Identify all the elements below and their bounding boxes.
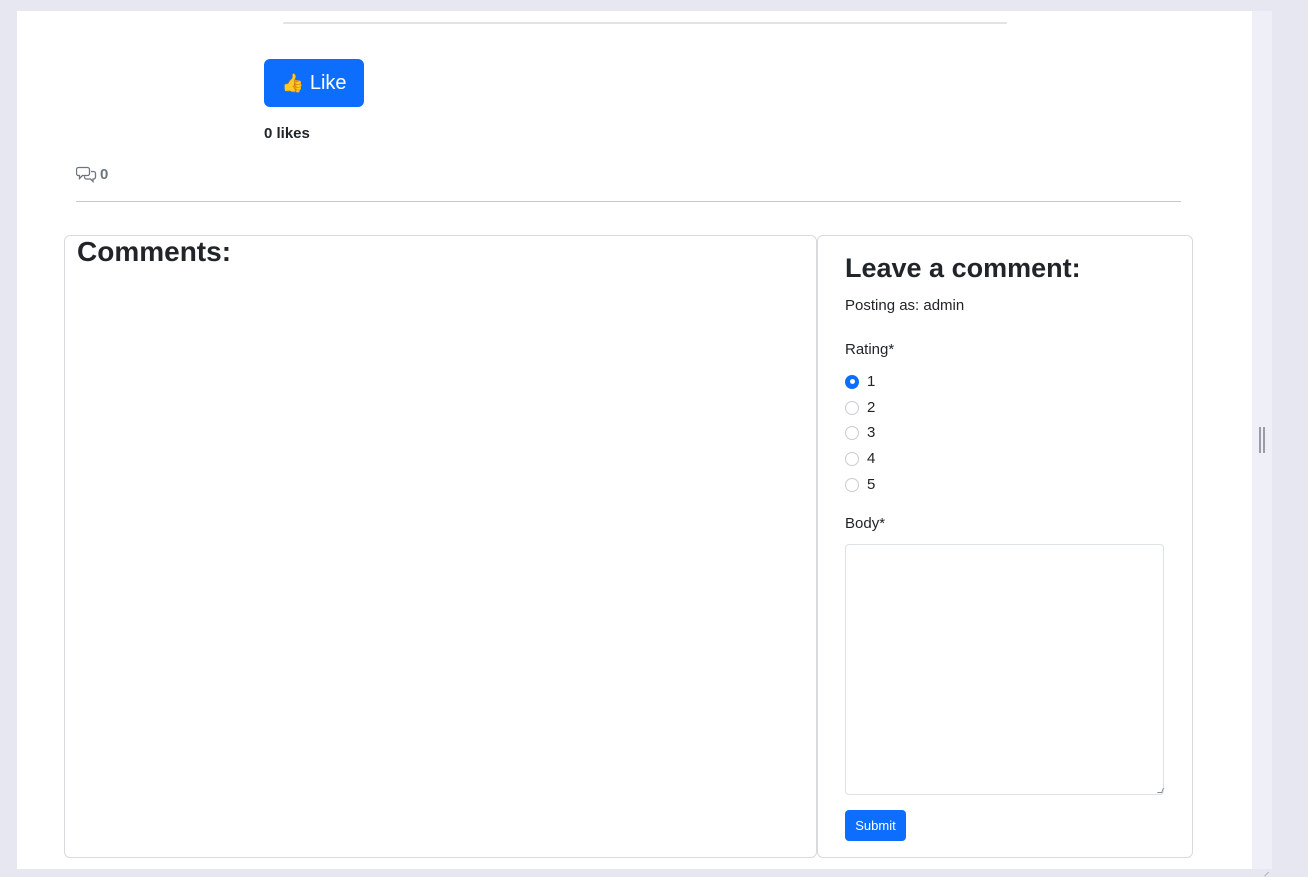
comments-icon	[76, 166, 97, 183]
rating-option-label: 4	[867, 450, 876, 467]
rating-option-label: 5	[867, 476, 876, 493]
section-divider	[76, 201, 1181, 202]
rating-option-label: 3	[867, 424, 876, 441]
likes-count: 0 likes	[264, 125, 310, 142]
comment-count-value: 0	[100, 165, 109, 183]
like-button-label: Like	[309, 71, 347, 94]
like-button[interactable]: 👍 Like	[264, 59, 364, 107]
rating-radio-5[interactable]	[845, 477, 859, 492]
rating-radio-3[interactable]	[845, 425, 859, 440]
comments-heading: Comments:	[77, 236, 232, 267]
body-textarea[interactable]	[845, 544, 1164, 795]
rating-radio-4[interactable]	[845, 451, 859, 466]
rating-option-2[interactable]: 2	[845, 399, 875, 416]
rating-radio-2[interactable]	[845, 400, 859, 415]
panel-resize-handle[interactable]	[1259, 427, 1265, 453]
submit-button[interactable]: Submit	[845, 810, 906, 841]
rating-option-5[interactable]: 5	[845, 476, 875, 493]
top-divider	[283, 22, 1007, 24]
thumbs-up-icon: 👍	[281, 73, 304, 93]
rating-label: Rating*	[845, 341, 895, 358]
rating-radio-1[interactable]	[845, 374, 859, 389]
comments-panel: Comments:	[64, 235, 817, 858]
comment-form-heading: Leave a comment:	[845, 253, 1081, 283]
rating-option-1[interactable]: 1	[845, 373, 875, 390]
rating-option-4[interactable]: 4	[845, 450, 875, 467]
comment-form-panel: Leave a comment: Posting as: admin Ratin…	[817, 235, 1193, 858]
comment-count: 0	[76, 165, 108, 183]
rating-option-3[interactable]: 3	[845, 424, 875, 441]
rating-option-label: 1	[867, 373, 876, 390]
rating-option-label: 2	[867, 399, 876, 416]
posting-as-text: Posting as: admin	[845, 297, 965, 314]
body-label: Body*	[845, 515, 886, 532]
